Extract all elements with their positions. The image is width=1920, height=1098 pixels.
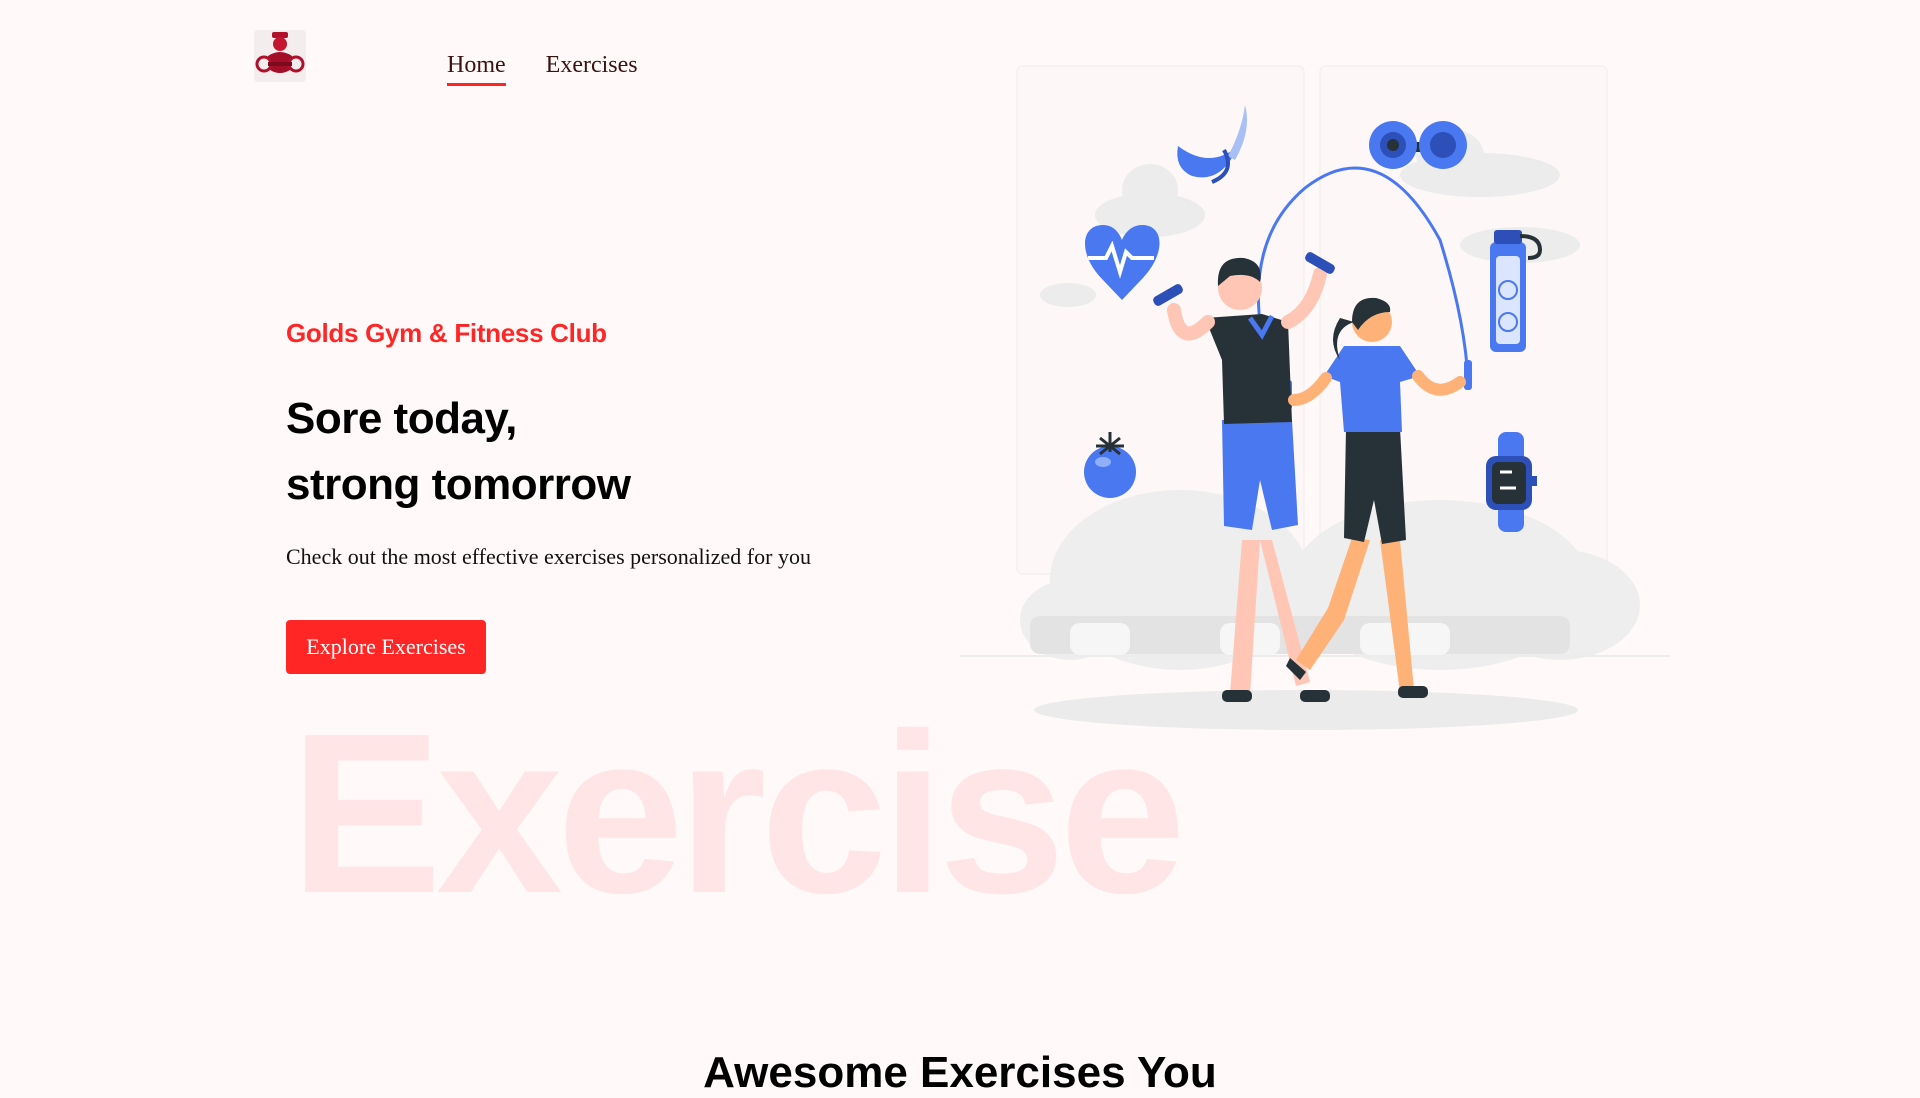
hero-illustration xyxy=(960,60,1670,740)
explore-exercises-button[interactable]: Explore Exercises xyxy=(286,620,486,674)
nav-exercises-link[interactable]: Exercises xyxy=(546,52,638,86)
club-name: Golds Gym & Fitness Club xyxy=(286,318,607,348)
hero-headline: Sore today, strong tomorrow xyxy=(286,386,631,518)
section-title: Awesome Exercises You xyxy=(703,1048,1217,1097)
hero-subtext: Check out the most effective exercises p… xyxy=(286,544,811,569)
logo-icon[interactable] xyxy=(254,30,306,82)
headline-line-1: Sore today, xyxy=(286,394,517,443)
headline-line-2: strong tomorrow xyxy=(286,460,631,509)
nav-home-link[interactable]: Home xyxy=(447,52,506,86)
main-nav: Home Exercises xyxy=(447,52,638,86)
